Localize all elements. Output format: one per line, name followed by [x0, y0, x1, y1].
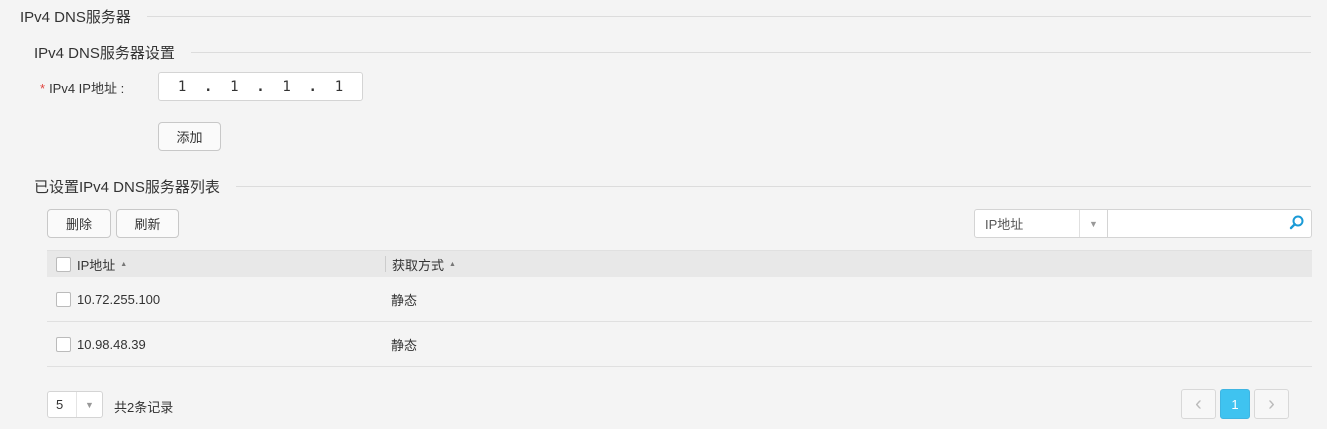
refresh-button[interactable]: 刷新	[116, 209, 179, 238]
row-checkbox[interactable]	[55, 336, 71, 352]
table-row: 10.98.48.39 静态	[47, 322, 1312, 367]
cell-method: 静态	[391, 292, 418, 308]
page-title-bar: IPv4 DNS服务器	[20, 6, 1311, 27]
search-filter: IP地址 ▼	[974, 209, 1312, 238]
search-input[interactable]	[1108, 209, 1312, 238]
caret-down-icon[interactable]: ▼	[1079, 210, 1107, 237]
search-icon[interactable]	[1289, 214, 1305, 233]
column-header-method-label: 获取方式	[392, 257, 445, 273]
page-size-value: 5	[56, 397, 64, 412]
column-header-method[interactable]: 获取方式 ▲	[385, 256, 1312, 273]
caret-down-icon[interactable]: ▼	[76, 392, 102, 417]
page-number-button[interactable]: 1	[1220, 389, 1250, 419]
ipv4-address-input[interactable]: 1 . 1 . 1 . 1	[158, 72, 363, 101]
page-size-select[interactable]: 5 ▼	[47, 391, 103, 418]
select-all-checkbox[interactable]	[55, 256, 71, 272]
page-title: IPv4 DNS服务器	[20, 9, 131, 26]
ip-octet-1[interactable]: 1	[178, 79, 186, 95]
list-section-title: 已设置IPv4 DNS服务器列表	[34, 179, 220, 196]
sort-asc-icon[interactable]: ▲	[120, 261, 127, 268]
divider	[146, 16, 1311, 17]
sort-asc-icon[interactable]: ▲	[449, 261, 456, 268]
required-marker: *	[40, 81, 46, 96]
row-checkbox[interactable]	[55, 291, 71, 307]
ip-dot-separator: .	[308, 78, 317, 95]
ip-address-label: * IPv4 IP地址 :	[40, 78, 124, 97]
list-section-title-bar: 已设置IPv4 DNS服务器列表	[34, 176, 1311, 197]
cell-ip: 10.98.48.39	[77, 336, 146, 352]
add-button[interactable]: 添加	[158, 122, 221, 151]
cell-ip: 10.72.255.100	[77, 291, 161, 307]
column-header-ip[interactable]: IP地址 ▲	[75, 255, 385, 274]
filter-field-select[interactable]: IP地址 ▼	[974, 209, 1108, 238]
prev-page-button[interactable]: ‹	[1181, 389, 1216, 419]
ip-octet-2[interactable]: 1	[230, 79, 238, 95]
table-header: IP地址 ▲ 获取方式 ▲	[47, 250, 1312, 277]
divider	[235, 186, 1311, 187]
table-row: 10.72.255.100 静态	[47, 277, 1312, 322]
column-header-ip-label: IP地址	[77, 257, 116, 273]
ip-dot-separator: .	[203, 78, 213, 95]
dns-server-table: IP地址 ▲ 获取方式 ▲ 10.72.255.100 静态 10.98.48.…	[47, 250, 1312, 367]
ip-address-label-text: IPv4 IP地址 :	[49, 81, 125, 96]
ip-octet-3[interactable]: 1	[282, 79, 290, 95]
divider	[190, 52, 1311, 53]
total-records: 共2条记录	[114, 400, 174, 415]
delete-button[interactable]: 删除	[47, 209, 111, 238]
chevron-right-icon: ›	[1268, 392, 1275, 415]
ip-octet-4[interactable]: 1	[335, 79, 343, 95]
chevron-left-icon: ‹	[1195, 392, 1202, 415]
next-page-button[interactable]: ›	[1254, 389, 1289, 419]
settings-section-title: IPv4 DNS服务器设置	[34, 45, 175, 62]
cell-method: 静态	[391, 337, 418, 353]
settings-section-title-bar: IPv4 DNS服务器设置	[34, 42, 1311, 63]
filter-field-value: IP地址	[985, 217, 1024, 232]
ip-dot-separator: .	[256, 78, 265, 95]
